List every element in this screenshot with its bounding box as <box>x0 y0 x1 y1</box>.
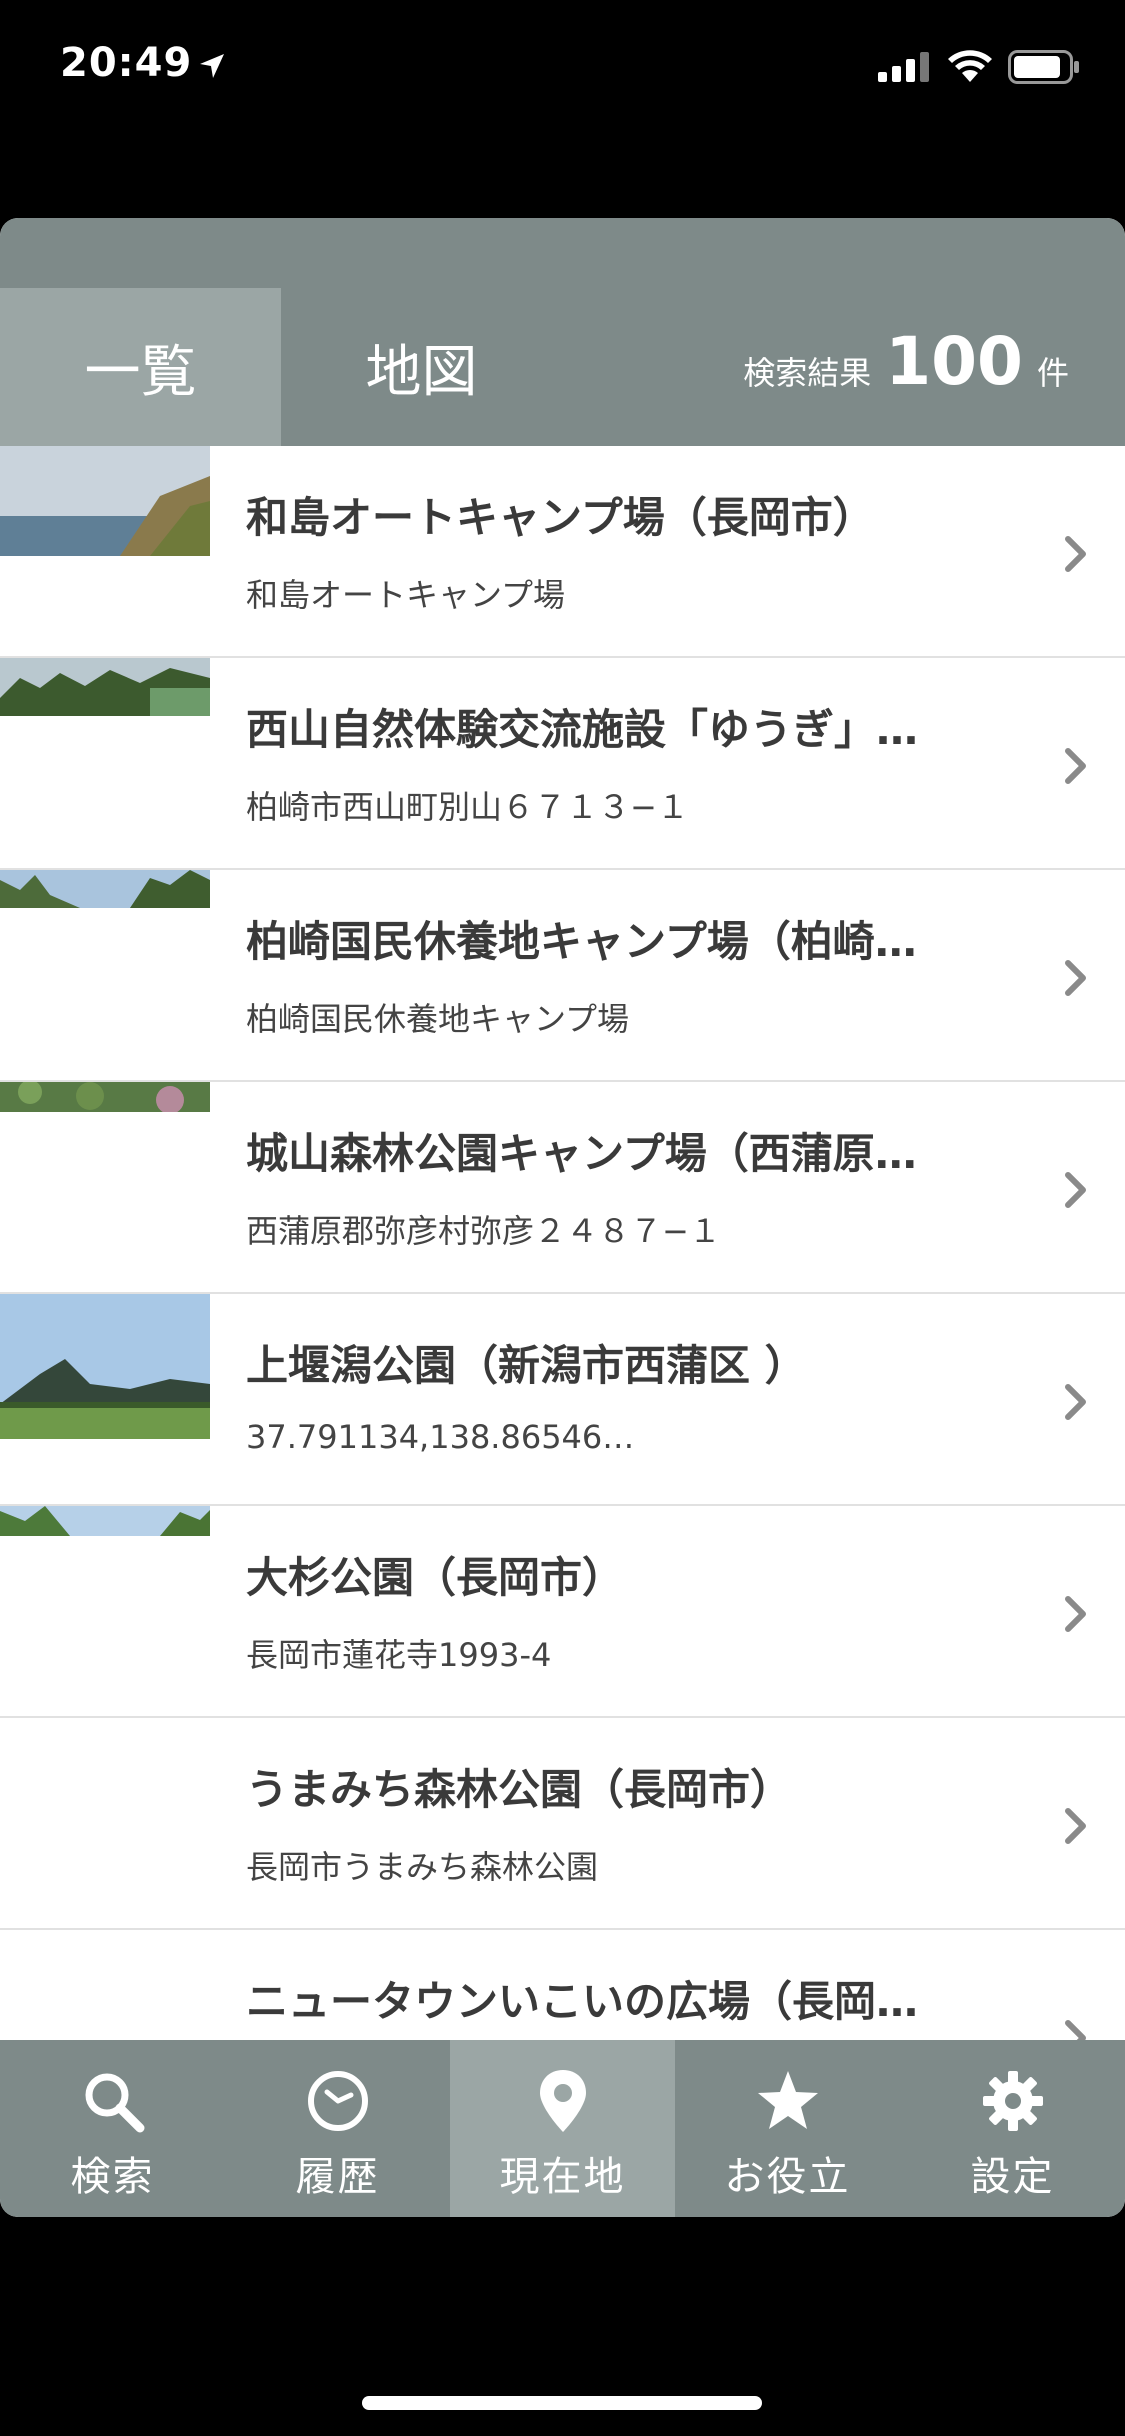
app-container: 一覧 地図 検索結果 100 件 和島オートキャンプ場（長岡市） 和島オートキャ… <box>0 218 1125 2217</box>
list-item[interactable]: うまみち森林公園（長岡市） 長岡市うまみち森林公園 <box>0 1718 1125 1930</box>
result-label: 検索結果 <box>743 354 872 392</box>
chevron-right-icon <box>1065 748 1086 784</box>
status-bar: 20:49 <box>0 0 1125 140</box>
tabbar-item-settings[interactable]: 設定 <box>900 2040 1125 2217</box>
item-title: 和島オートキャンプ場（長岡市） <box>246 493 875 542</box>
thumbnail-image <box>0 1294 210 1439</box>
item-title: 上堰潟公園（新潟市西蒲区 ） <box>246 1341 807 1390</box>
tabbar-label: 履歴 <box>295 2154 380 2200</box>
list-item[interactable]: 和島オートキャンプ場（長岡市） 和島オートキャンプ場 <box>0 446 1125 658</box>
chevron-right-icon <box>1065 536 1086 572</box>
item-title: ニュータウンいこいの広場（長岡… <box>246 1977 919 2026</box>
location-arrow-icon <box>200 54 224 78</box>
item-subtitle: 柏崎国民休養地キャンプ場 <box>246 1000 630 1038</box>
wifi-icon <box>948 50 992 82</box>
tab-list-label: 一覧 <box>84 339 197 405</box>
tabbar-label: お役立 <box>724 2154 851 2200</box>
tabbar-label: 現在地 <box>499 2154 626 2200</box>
star-icon <box>757 2071 818 2129</box>
item-title: 大杉公園（長岡市） <box>246 1553 625 1602</box>
status-time: 20:49 <box>60 40 193 86</box>
thumbnail-image <box>0 658 210 716</box>
tab-map-label: 地図 <box>365 339 478 405</box>
item-title: 西山自然体験交流施設「ゆうぎ」… <box>246 705 919 754</box>
chevron-right-icon <box>1065 1808 1086 1844</box>
list-item[interactable]: 上堰潟公園（新潟市西蒲区 ） 37.791134,138.86546… <box>0 1294 1125 1506</box>
tabbar-item-useful[interactable]: お役立 <box>675 2040 900 2217</box>
home-indicator[interactable] <box>362 2396 762 2410</box>
gear-icon <box>982 2071 1043 2131</box>
list-item[interactable]: 柏崎国民休養地キャンプ場（柏崎… 柏崎国民休養地キャンプ場 <box>0 870 1125 1082</box>
bottom-tab-bar: 検索 履歴 現在地 お役立 設定 <box>0 2040 1125 2217</box>
chevron-right-icon <box>1065 1596 1086 1632</box>
battery-icon <box>1008 50 1079 84</box>
result-unit: 件 <box>1036 354 1069 392</box>
item-subtitle: 長岡市うまみち森林公園 <box>246 1848 599 1886</box>
cellular-signal-icon <box>878 52 929 82</box>
chevron-right-icon <box>1065 2020 1086 2040</box>
list-item[interactable]: 大杉公園（長岡市） 長岡市蓮花寺1993-4 <box>0 1506 1125 1718</box>
item-subtitle: 柏崎市西山町別山６７１３−１ <box>246 788 689 826</box>
thumbnail-image <box>0 870 210 908</box>
list-item[interactable]: 西山自然体験交流施設「ゆうぎ」… 柏崎市西山町別山６７１３−１ <box>0 658 1125 870</box>
search-result-count: 検索結果 100 件 <box>743 323 1069 400</box>
tabbar-item-search[interactable]: 検索 <box>0 2040 225 2217</box>
list-item[interactable]: 城山森林公園キャンプ場（西蒲原… 西蒲原郡弥彦村弥彦２４８７−１ <box>0 1082 1125 1294</box>
result-number: 100 <box>885 323 1023 400</box>
item-title: うまみち森林公園（長岡市） <box>246 1765 793 1814</box>
tab-map[interactable]: 地図 <box>281 288 562 446</box>
item-title: 柏崎国民休養地キャンプ場（柏崎… <box>246 917 917 966</box>
thumbnail-image <box>0 446 210 556</box>
chevron-right-icon <box>1065 960 1086 996</box>
location-pin-icon <box>539 2070 586 2132</box>
list-header: 一覧 地図 検索結果 100 件 <box>0 218 1125 446</box>
chevron-right-icon <box>1065 1384 1086 1420</box>
item-subtitle: 長岡市蓮花寺1993-4 <box>246 1636 552 1674</box>
thumbnail-image <box>0 1082 210 1112</box>
chevron-right-icon <box>1065 1172 1086 1208</box>
thumbnail-image <box>0 1506 210 1536</box>
item-subtitle: 37.791134,138.86546… <box>246 1418 635 1456</box>
search-icon <box>85 2073 144 2133</box>
facility-list[interactable]: 和島オートキャンプ場（長岡市） 和島オートキャンプ場 西山自然体験交流施設「ゆう… <box>0 446 1125 2040</box>
item-subtitle: 和島オートキャンプ場 <box>246 576 566 614</box>
tabbar-item-current-location[interactable]: 現在地 <box>450 2040 675 2217</box>
item-title: 城山森林公園キャンプ場（西蒲原… <box>246 1129 917 1178</box>
list-item[interactable]: ニュータウンいこいの広場（長岡… <box>0 1930 1125 2040</box>
tabbar-item-history[interactable]: 履歴 <box>225 2040 450 2217</box>
clock-icon <box>307 2071 368 2131</box>
tab-list[interactable]: 一覧 <box>0 288 281 446</box>
tabbar-label: 設定 <box>970 2154 1055 2200</box>
item-subtitle: 西蒲原郡弥彦村弥彦２４８７−１ <box>246 1212 721 1250</box>
tabbar-label: 検索 <box>70 2154 155 2200</box>
